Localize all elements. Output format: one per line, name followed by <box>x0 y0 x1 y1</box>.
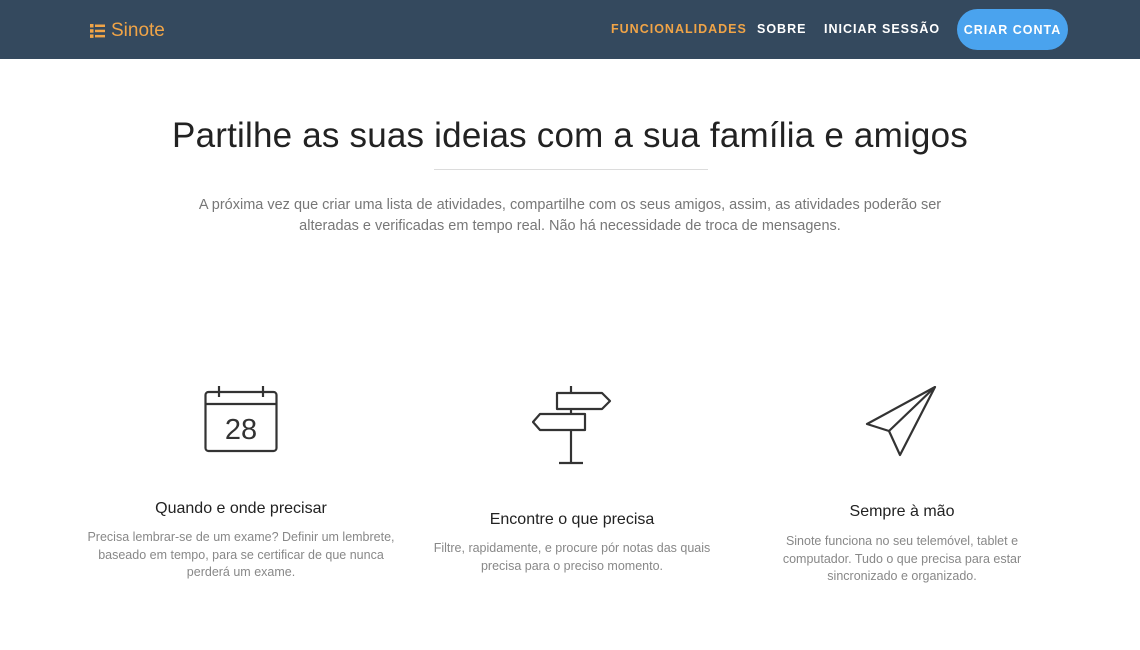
nav-link-funcionalidades[interactable]: FUNCIONALIDADES <box>611 22 747 36</box>
hero-divider <box>434 169 708 170</box>
feature-when-where: 28 Quando e onde precisar Precisa lembra… <box>76 386 406 582</box>
feature-title: Encontre o que precisa <box>489 511 655 528</box>
feature-title: Quando e onde precisar <box>155 500 327 517</box>
calendar-icon: 28 <box>204 386 278 453</box>
nav-link-sobre[interactable]: SOBRE <box>757 22 806 36</box>
feature-description: Sinote funciona no seu telemóvel, tablet… <box>782 534 1022 583</box>
feature-always-handy: Sempre à mão Sinote funciona no seu tele… <box>772 386 1032 586</box>
feature-find: Encontre o que precisa Filtre, rapidamen… <box>422 386 722 575</box>
create-account-button[interactable]: CRIAR CONTA <box>957 9 1068 50</box>
nav-link-iniciar-sessao[interactable]: INICIAR SESSÃO <box>824 22 940 36</box>
hero-title: Partilhe as suas ideias com a sua famíli… <box>172 116 968 155</box>
signpost-icon <box>532 386 612 465</box>
feature-title: Sempre à mão <box>849 503 955 520</box>
feature-description: Filtre, rapidamente, e procure pór notas… <box>433 541 711 573</box>
calendar-day: 28 <box>225 414 257 446</box>
top-navbar: Sinote FUNCIONALIDADES SOBRE INICIAR SES… <box>0 0 1140 59</box>
feature-description: Precisa lembrar-se de um exame? Definir … <box>87 530 395 579</box>
hero-description: A próxima vez que criar uma lista de ati… <box>198 197 942 234</box>
paper-plane-icon <box>865 386 937 457</box>
